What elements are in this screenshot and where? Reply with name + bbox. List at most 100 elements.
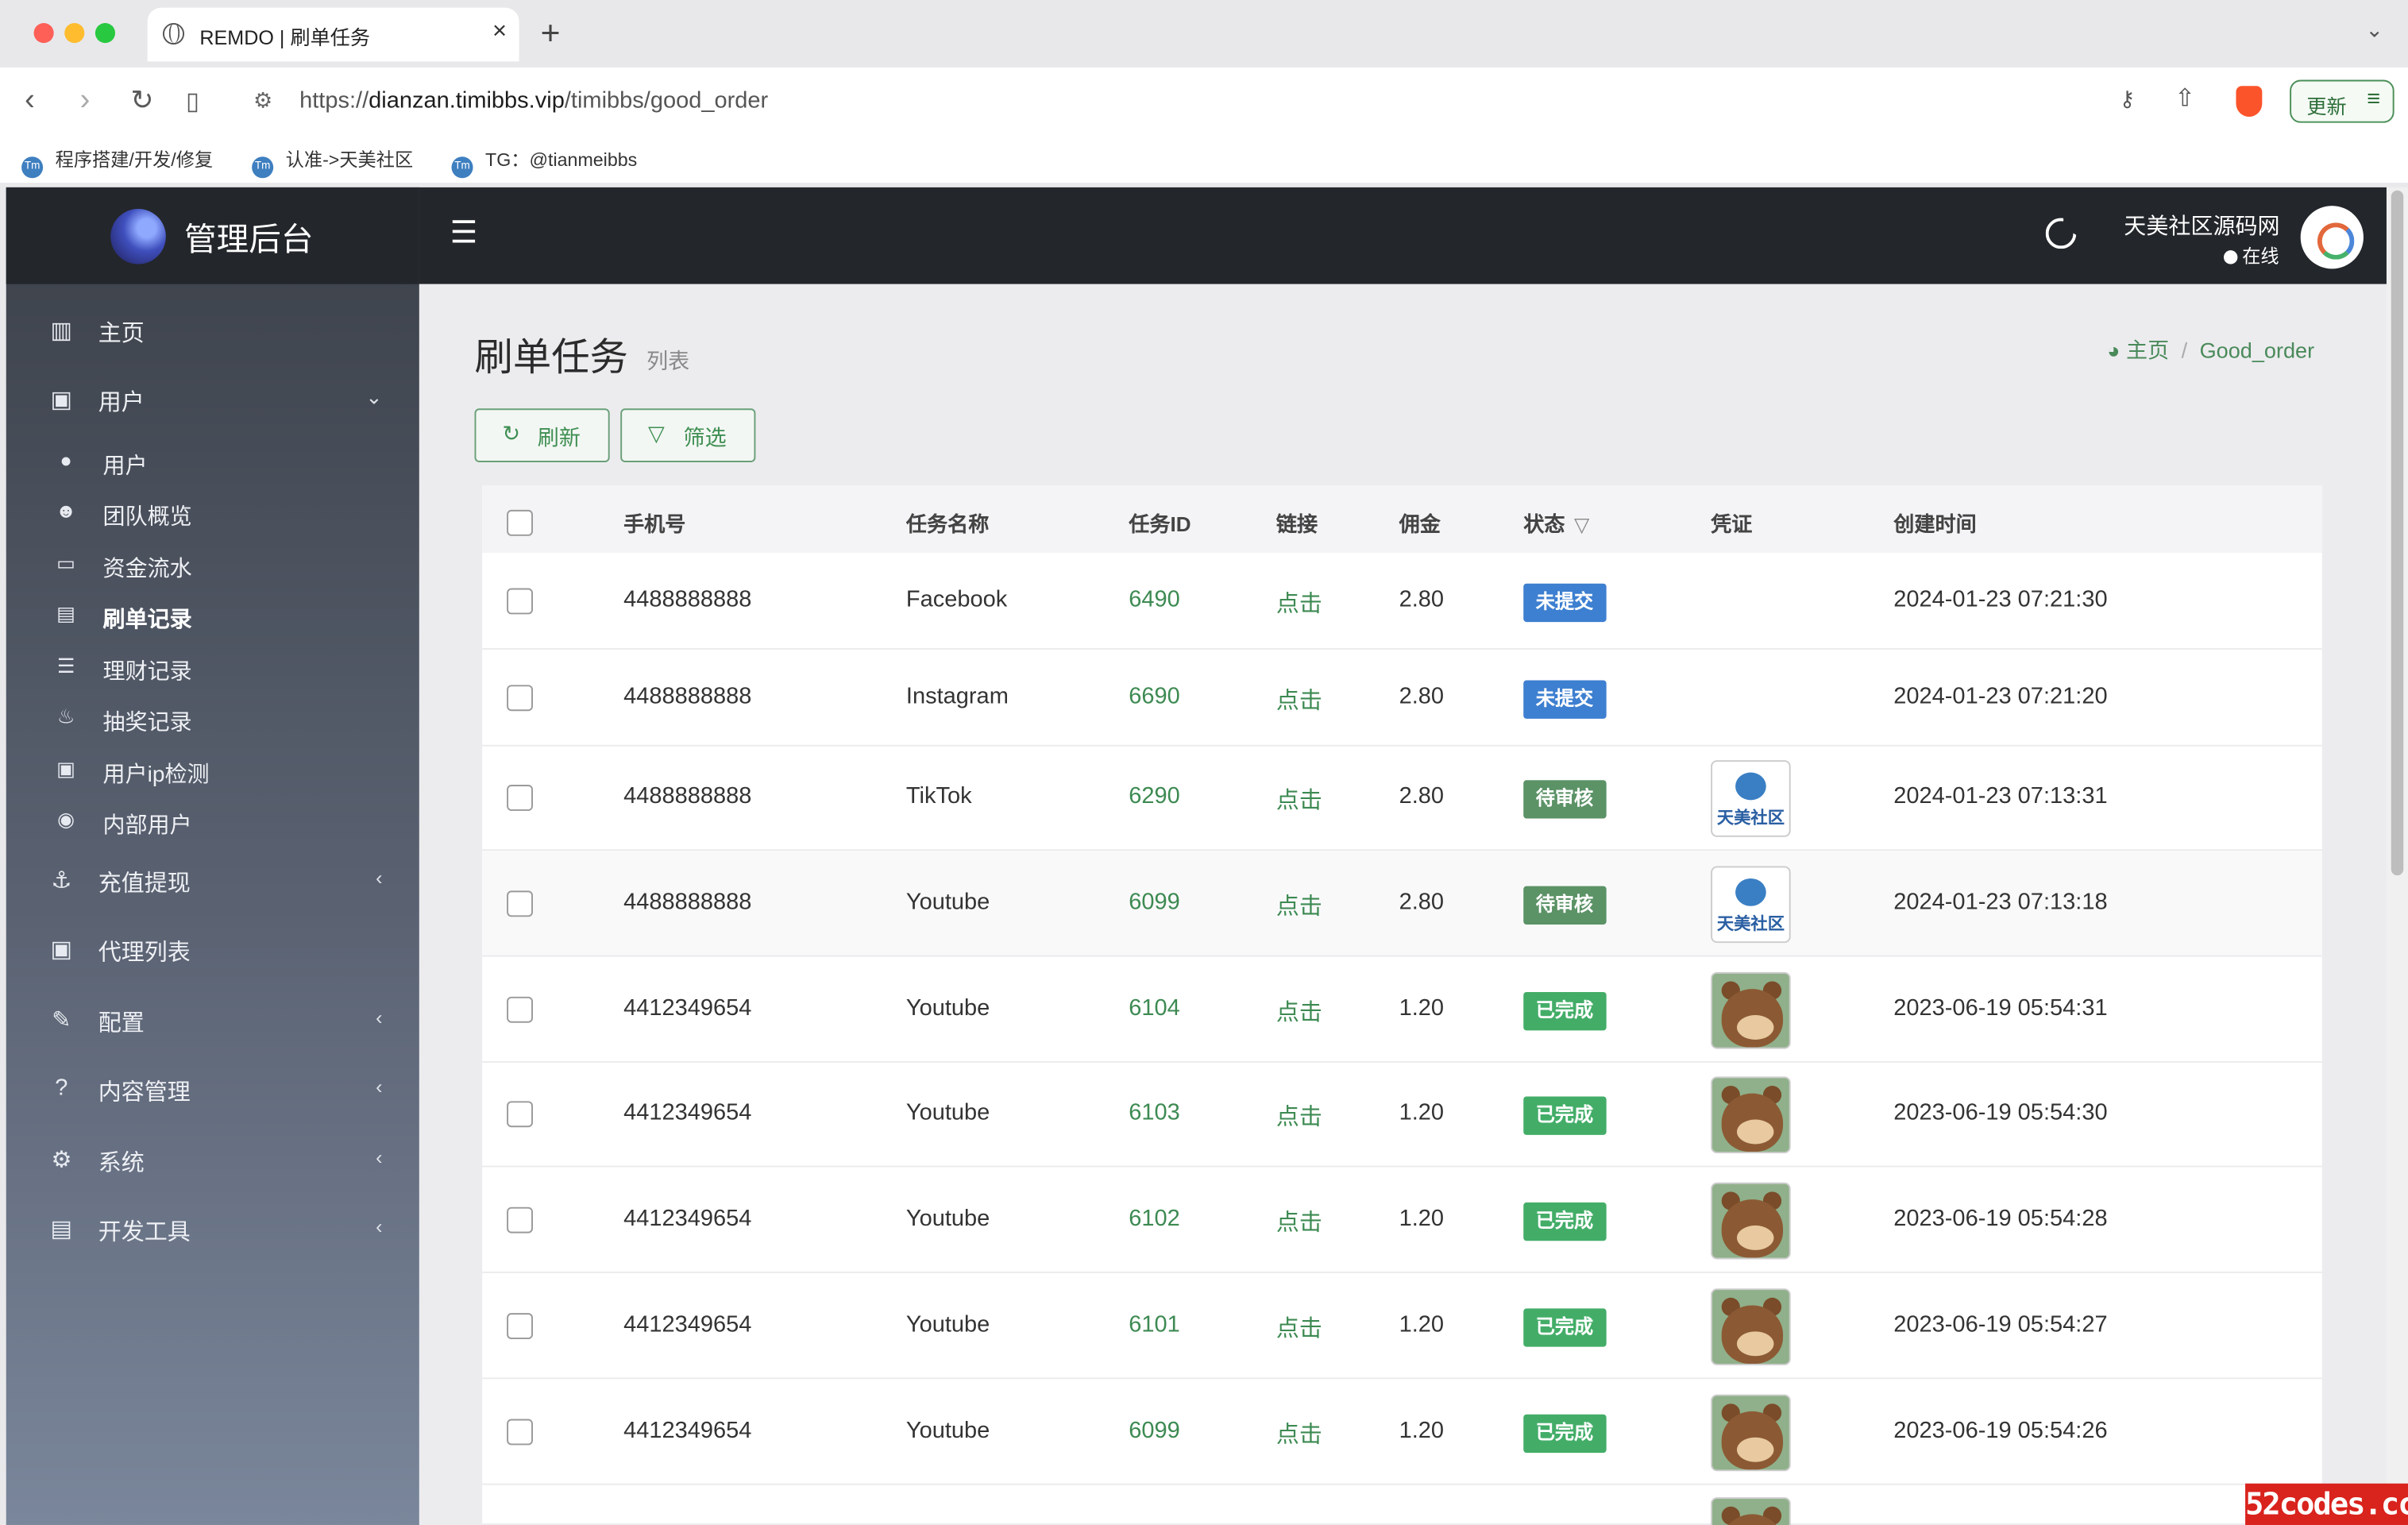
forward-icon[interactable]: › [80, 83, 91, 118]
sidebar-subitem-team[interactable]: ☻ 团队概览 [6, 490, 419, 536]
cell-task-id[interactable]: 6290 [1129, 783, 1180, 809]
brand[interactable]: 管理后台 [6, 187, 419, 284]
proof-image[interactable] [1711, 1394, 1791, 1472]
bookmark-icon[interactable]: ▯ [186, 86, 199, 117]
row-checkbox[interactable] [507, 588, 533, 615]
moon-icon[interactable] [2045, 218, 2077, 249]
browser-tab[interactable]: REMDO | 刷单任务 × [147, 7, 519, 62]
cell-link[interactable]: 点击 [1276, 587, 1322, 620]
cell-task-id[interactable]: 6103 [1129, 1099, 1180, 1125]
reload-icon[interactable]: ↻ [130, 84, 153, 117]
new-tab-button[interactable]: + [541, 14, 561, 53]
row-checkbox[interactable] [507, 685, 533, 712]
minimize-window-button[interactable] [64, 23, 85, 44]
share-icon[interactable]: ⇧ [2175, 83, 2195, 114]
bookmark-item[interactable]: Tm 程序搭建/开发/修复 [21, 146, 213, 179]
table-row[interactable]: 4412349654 Youtube 6103 点击 1.20 已完成 2023-06-19… [482, 1063, 2322, 1168]
cell-task-id[interactable]: 6104 [1129, 995, 1180, 1021]
filter-icon[interactable]: ▽ [1574, 513, 1589, 536]
proof-image[interactable] [1711, 1076, 1791, 1154]
cell-link[interactable]: 点击 [1276, 1099, 1322, 1132]
column-header[interactable]: 凭证 [1711, 507, 1752, 538]
sidebar-subitem-user[interactable]: ● 用户 [6, 439, 419, 485]
site-settings-icon[interactable]: ⚙ [253, 87, 272, 114]
sidebar-item-system[interactable]: ⚙ 系统 ‹ [6, 1130, 419, 1191]
table-row[interactable]: 4412349654 Youtube 6104 点击 1.20 已完成 2023-06-19… [482, 957, 2322, 1063]
select-all-checkbox[interactable] [507, 509, 533, 536]
cell-link[interactable]: 点击 [1276, 1311, 1322, 1344]
cell-task-id[interactable]: 6099 [1129, 1418, 1180, 1444]
proof-image[interactable] [1711, 1182, 1791, 1260]
refresh-button[interactable]: ↻ 刷新 [474, 408, 610, 462]
row-checkbox[interactable] [507, 1101, 533, 1128]
table-row[interactable]: 4488888888 Youtube 6099 点击 2.80 待审核 天美社区 2024-0… [482, 851, 2322, 957]
column-header[interactable]: 佣金 [1399, 507, 1441, 538]
cell-task-id[interactable]: 6099 [1129, 889, 1180, 915]
sidebar-subitem-orders[interactable]: ▤ 刷单记录 [6, 593, 419, 639]
row-checkbox[interactable] [507, 1419, 533, 1446]
table-row[interactable]: 4412349654 Youtube 6102 点击 1.20 已完成 2023-06-19… [482, 1167, 2322, 1273]
sidebar-item-recharge[interactable]: ⚓ 充值提现 ‹ [6, 851, 419, 912]
maximize-window-button[interactable] [95, 23, 116, 44]
sidebar-item-home[interactable]: ▥ 主页 [6, 301, 419, 362]
row-checkbox[interactable] [507, 785, 533, 811]
row-checkbox[interactable] [507, 996, 533, 1023]
column-header[interactable]: 链接 [1276, 507, 1318, 538]
table-row[interactable]: 4488888888 Instagram 6690 点击 2.80 未提交 2024-01-… [482, 650, 2322, 747]
table-row[interactable]: 4412349654 Youtube 6099 点击 1.20 已完成 2023-06-19… [482, 1379, 2322, 1485]
bookmark-item[interactable]: Tm 认准->天美社区 [252, 146, 413, 179]
sidebar-subitem-lottery[interactable]: ♨ 抽奖记录 [6, 696, 419, 742]
bookmark-item[interactable]: Tm TG：@tianmeibbs [451, 146, 637, 179]
update-button[interactable]: 更新 ≡ [2290, 79, 2394, 123]
table-row[interactable] [482, 1485, 2322, 1525]
sidebar-subitem-ip[interactable]: ▣ 用户ip检测 [6, 748, 419, 794]
table-row[interactable]: 4488888888 Facebook 6490 点击 2.80 未提交 2024-01-2… [482, 553, 2322, 650]
table-row[interactable]: 4488888888 TikTok 6290 点击 2.80 待审核 天美社区 2024-01… [482, 747, 2322, 851]
address-bar[interactable]: ⚙ https://dianzan.timibbs.vip/timibbs/go… [234, 73, 2284, 131]
page-scrollbar[interactable] [2386, 187, 2408, 1525]
back-icon[interactable]: ‹ [25, 83, 35, 118]
cell-link[interactable]: 点击 [1276, 995, 1322, 1028]
scrollbar-thumb[interactable] [2391, 190, 2404, 876]
sidebar-item-config[interactable]: ✎ 配置 ‹ [6, 990, 419, 1052]
proof-image[interactable]: 天美社区 [1711, 760, 1791, 837]
brave-shield-icon[interactable] [2236, 86, 2263, 117]
cell-task-id[interactable]: 6101 [1129, 1311, 1180, 1338]
cell-task-id[interactable]: 6690 [1129, 683, 1180, 709]
cell-link[interactable]: 点击 [1276, 683, 1322, 716]
column-header[interactable]: 手机号 [623, 507, 685, 538]
row-checkbox[interactable] [507, 890, 533, 917]
cell-link[interactable]: 点击 [1276, 1206, 1322, 1238]
proof-image[interactable] [1711, 971, 1791, 1049]
row-checkbox[interactable] [507, 1313, 533, 1340]
proof-image[interactable]: 天美社区 [1711, 866, 1791, 944]
avatar[interactable] [2300, 206, 2364, 269]
sidebar-subitem-funds[interactable]: ▭ 资金流水 [6, 542, 419, 589]
column-header[interactable]: 任务ID [1129, 507, 1190, 538]
column-header[interactable]: 任务名称 [906, 507, 989, 538]
cell-link[interactable]: 点击 [1276, 783, 1322, 816]
breadcrumb-home[interactable]: 主页 [2126, 338, 2169, 362]
sidebar-item-users[interactable]: ▣ 用户 ⌄ [6, 370, 419, 431]
column-header[interactable]: 状态 ▽ [1523, 507, 1589, 538]
tab-close-button[interactable]: × [492, 18, 507, 46]
proof-image[interactable] [1711, 1288, 1791, 1365]
proof-image[interactable] [1711, 1497, 1791, 1525]
key-icon[interactable]: ⚷ [2120, 86, 2136, 112]
close-window-button[interactable] [33, 23, 54, 44]
cell-task-id[interactable]: 6490 [1129, 587, 1180, 613]
sidebar-subitem-internal[interactable]: ◉ 内部用户 [6, 798, 419, 844]
filter-button[interactable]: ▽ 筛选 [620, 408, 756, 462]
table-row[interactable]: 4412349654 Youtube 6101 点击 1.20 已完成 2023-06-19… [482, 1273, 2322, 1380]
cell-task-id[interactable]: 6102 [1129, 1206, 1180, 1232]
sidebar-item-devtools[interactable]: ▤ 开发工具 ‹ [6, 1199, 419, 1261]
sidebar-item-agents[interactable]: ▣ 代理列表 [6, 920, 419, 981]
column-header[interactable]: 创建时间 [1893, 507, 1976, 538]
cell-link[interactable]: 点击 [1276, 889, 1322, 921]
chevron-down-icon[interactable]: ⌄ [2365, 17, 2383, 43]
row-checkbox[interactable] [507, 1206, 533, 1234]
menu-toggle-icon[interactable]: ☰ [450, 214, 478, 252]
sidebar-item-content[interactable]: ? 内容管理 ‹ [6, 1060, 419, 1121]
sidebar-subitem-finance[interactable]: ☰ 理财记录 [6, 645, 419, 691]
cell-link[interactable]: 点击 [1276, 1418, 1322, 1450]
